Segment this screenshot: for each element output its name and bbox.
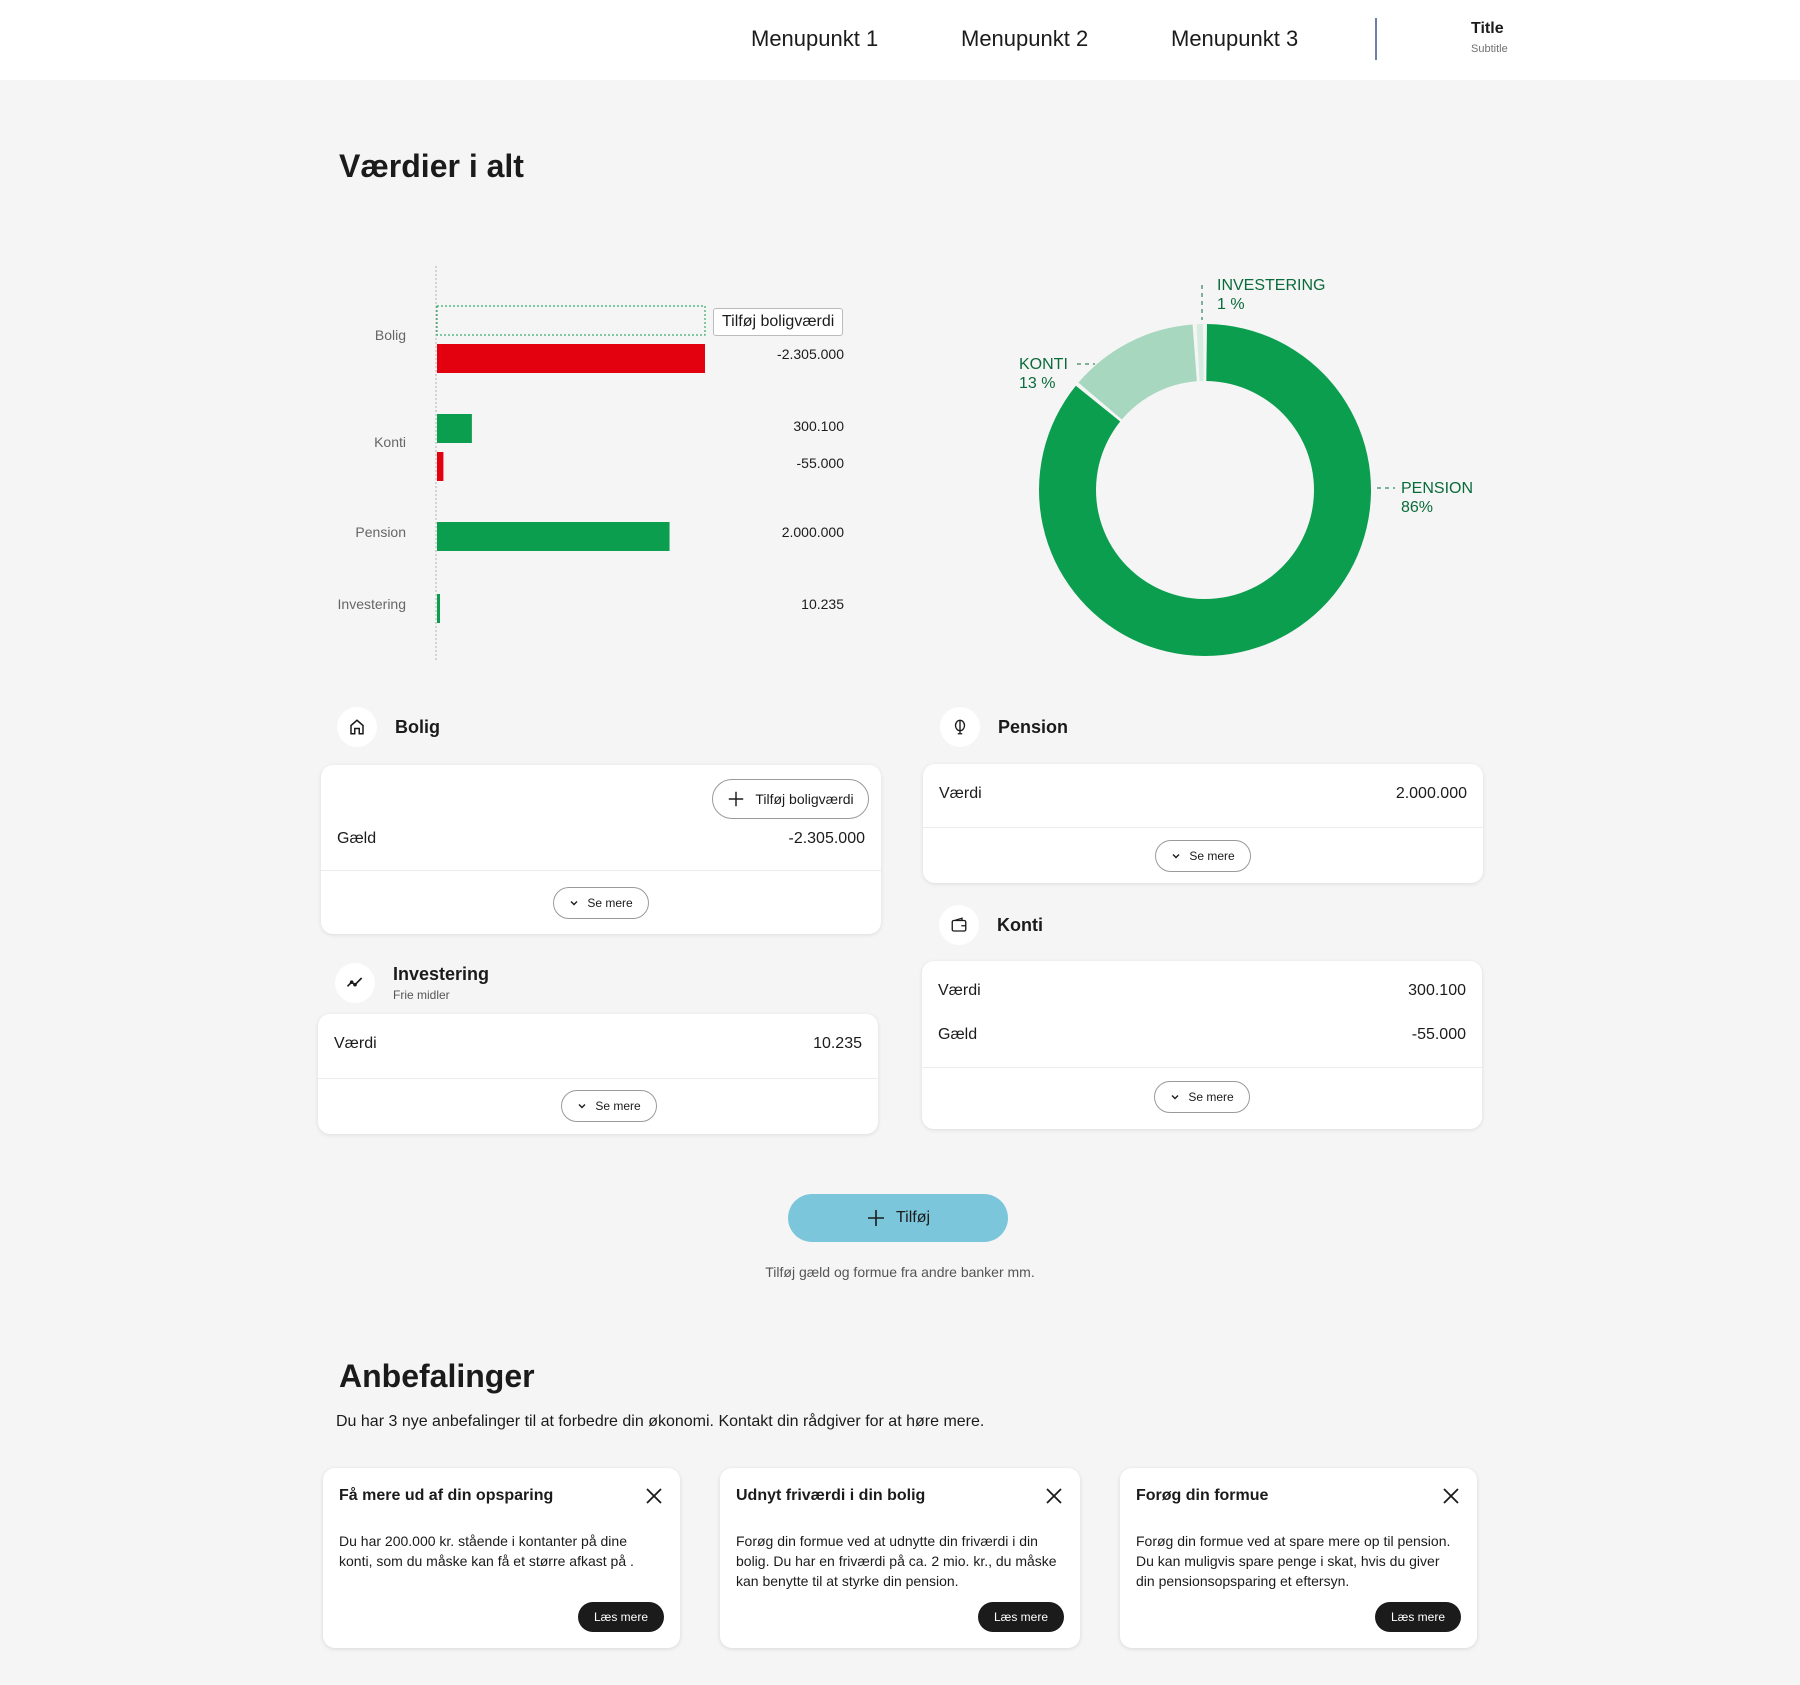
donut-slice-percent: 86%	[1401, 499, 1433, 516]
konti-card: Værdi 300.100 Gæld -55.000 Se mere	[922, 961, 1482, 1129]
row-value: -55.000	[1411, 1026, 1466, 1043]
plus-icon	[729, 791, 744, 807]
close-icon[interactable]	[644, 1486, 664, 1506]
close-icon[interactable]	[1441, 1486, 1461, 1506]
trend-icon	[335, 963, 375, 1003]
donut-slice-name: KONTI	[1019, 356, 1068, 373]
bar-pension	[437, 522, 670, 551]
bar-category-label: Konti	[374, 434, 406, 450]
row-label: Gæld	[938, 1026, 978, 1043]
see-more-label: Se mere	[1189, 849, 1235, 863]
pension-section-header: Pension	[940, 707, 1068, 747]
investering-title: Investering	[393, 964, 490, 984]
add-housing-value-label: Tilføj boligværdi	[755, 791, 854, 807]
add-button-label: Tilføj	[895, 1209, 931, 1226]
see-more-label: Se mere	[587, 896, 633, 910]
bar-category-label: Bolig	[375, 327, 406, 343]
investering-see-more-button[interactable]: Se mere	[561, 1090, 657, 1122]
pension-row-value: Værdi 2.000.000	[939, 785, 1467, 803]
recommendation-body: Forøg din formue ved at spare mere op ti…	[1136, 1533, 1451, 1589]
recommendation-body: Du har 200.000 kr. stående i kontanter p…	[339, 1533, 634, 1569]
add-button[interactable]: Tilføj	[788, 1194, 1008, 1242]
investering-row-value: Værdi 10.235	[334, 1035, 862, 1053]
bar-value-label: 10.235	[801, 596, 844, 612]
recommendations-intro: Du har 3 nye anbefalinger til at forbedr…	[336, 1413, 985, 1430]
row-value: 300.100	[1408, 982, 1466, 999]
see-more-label: Se mere	[1188, 1090, 1234, 1104]
donut-slice-investering	[1196, 324, 1204, 382]
bolig-see-more-button[interactable]: Se mere	[553, 887, 649, 919]
recommendation-title: Udnyt friværdi i din bolig	[736, 1487, 926, 1504]
row-value: 2.000.000	[1395, 785, 1467, 802]
donut-slice-name: INVESTERING	[1217, 277, 1325, 294]
chevron-down-icon	[1171, 1095, 1179, 1100]
pension-title: Pension	[998, 716, 1069, 737]
read-more-button[interactable]: Læs mere	[1374, 1602, 1461, 1632]
chevron-down-icon	[578, 1104, 586, 1109]
card-divider	[922, 1067, 1482, 1068]
bar-konti	[437, 452, 444, 481]
recommendation-title: Få mere ud af din opsparing	[339, 1487, 554, 1504]
add-hint: Tilføj gæld og formue fra andre banker m…	[765, 1264, 1035, 1280]
donut-slice-name: PENSION	[1401, 480, 1473, 497]
konti-title: Konti	[997, 914, 1043, 935]
read-more-button[interactable]: Læs mere	[977, 1602, 1064, 1632]
investering-card: Værdi 10.235 Se mere	[318, 1014, 878, 1134]
bar-bolig	[437, 344, 705, 373]
recommendation-body: Forøg din formue ved at udnytte din friv…	[736, 1533, 1057, 1589]
pension-see-more-button[interactable]: Se mere	[1155, 840, 1251, 872]
card-divider	[318, 1078, 878, 1079]
investering-section-header: Investering Frie midler	[335, 963, 489, 1003]
recommendation-title: Forøg din formue	[1136, 1487, 1269, 1504]
recommendation-card: Udnyt friværdi i din bolig Forøg din for…	[720, 1468, 1080, 1648]
card-divider	[321, 870, 881, 871]
donut-slice-percent: 13 %	[1019, 375, 1055, 392]
bar-konti	[437, 414, 472, 443]
pension-card: Værdi 2.000.000 Se mere	[923, 764, 1483, 883]
chevron-down-icon	[1172, 854, 1180, 859]
bolig-row-debt: Gæld -2.305.000	[337, 830, 865, 848]
card-divider	[923, 827, 1483, 828]
konti-row-value: Værdi 300.100	[938, 982, 1466, 1000]
add-housing-value-button[interactable]: Tilføj boligværdi	[712, 779, 869, 819]
plus-icon	[867, 1210, 884, 1226]
investering-subtitle: Frie midler	[393, 988, 450, 1002]
bolig-title: Bolig	[395, 716, 440, 737]
recommendation-card: Få mere ud af din opsparing Du har 200.0…	[323, 1468, 680, 1648]
donut-chart: PENSION 86% KONTI 13 % INVESTERING 1 %	[1019, 277, 1473, 656]
bar-category-label: Investering	[338, 596, 406, 612]
bar-value-label: -2.305.000	[777, 346, 844, 362]
konti-row-debt: Gæld -55.000	[938, 1026, 1466, 1044]
chevron-down-icon	[570, 901, 578, 906]
pension-icon	[940, 707, 980, 747]
home-icon	[337, 707, 377, 747]
donut-slice-percent: 1 %	[1217, 296, 1245, 313]
konti-see-more-button[interactable]: Se mere	[1154, 1081, 1250, 1113]
row-value: 10.235	[813, 1035, 862, 1052]
wallet-icon	[939, 905, 979, 945]
row-value: -2.305.000	[788, 830, 865, 847]
row-label: Gæld	[337, 830, 377, 847]
close-icon[interactable]	[1044, 1486, 1064, 1506]
bar-category-label: Pension	[355, 524, 406, 540]
recommendation-card: Forøg din formue Forøg din formue ved at…	[1120, 1468, 1477, 1648]
row-label: Værdi	[938, 982, 981, 999]
row-label: Værdi	[334, 1035, 377, 1052]
bolig-card: Tilføj boligværdi Gæld -2.305.000 Se mer…	[321, 765, 881, 934]
bolig-section-header: Bolig	[337, 707, 440, 747]
konti-section-header: Konti	[939, 905, 1043, 945]
bolig-placeholder-bar	[436, 305, 706, 336]
bar-value-label: -55.000	[797, 455, 845, 471]
bar-value-label: 2.000.000	[782, 524, 844, 540]
add-housing-value-tag[interactable]: Tilføj boligværdi	[713, 308, 844, 336]
read-more-button[interactable]: Læs mere	[577, 1602, 664, 1632]
bar-value-label: 300.100	[793, 418, 844, 434]
recommendations-heading: Anbefalinger	[339, 1358, 535, 1394]
see-more-label: Se mere	[595, 1099, 641, 1113]
bar-investering	[437, 594, 440, 623]
row-label: Værdi	[939, 785, 982, 802]
